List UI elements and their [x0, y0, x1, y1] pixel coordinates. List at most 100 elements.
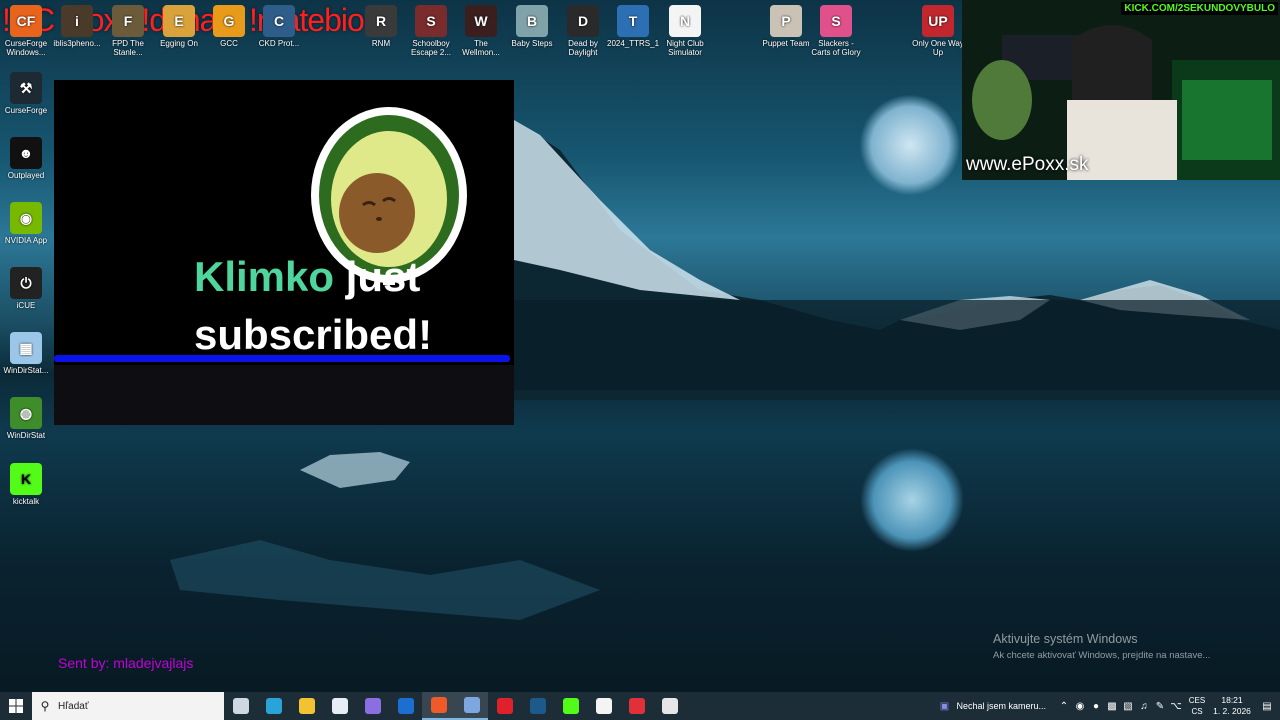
desktop-icon[interactable]: C CKD Prot...: [253, 5, 305, 48]
desktop-icon[interactable]: N Night Club Simulator: [659, 5, 711, 57]
display-icon[interactable]: ▩: [1104, 701, 1120, 712]
desktop-icon[interactable]: S Slackers - Carts of Glory: [810, 5, 862, 57]
app-shortcut-icon: B: [516, 5, 548, 37]
app-shortcut-icon: ◍: [10, 397, 42, 429]
desktop-icon-label: GCC: [220, 39, 238, 48]
taskbar-app-app-blue[interactable]: [455, 692, 488, 720]
desktop-icon[interactable]: i iblis3pheno...: [51, 5, 103, 48]
desktop-icon-label: Puppet Team: [762, 39, 810, 48]
desktop-icon[interactable]: D Dead by Daylight: [557, 5, 609, 57]
desktop-icon[interactable]: B Baby Steps: [506, 5, 558, 48]
system-tray: ▣ Nechal jsem kameru... ⌃ ◉ ● ▩ ▧ ♫ ✎ ⌥ …: [936, 692, 1280, 720]
search-icon: ⚲: [40, 699, 50, 713]
app-shortcut-icon: ⏻: [10, 267, 42, 299]
alert-sent-by: Sent by: mladejvajlajs: [58, 655, 194, 671]
desktop-icon[interactable]: T 2024_TTRS_1: [607, 5, 659, 48]
taskbar-app-youtube-app[interactable]: [620, 692, 653, 720]
clock-time: 18:21: [1221, 695, 1243, 705]
volume-icon[interactable]: ♫: [1136, 701, 1152, 712]
steam-icon: [529, 698, 546, 714]
app-shortcut-icon: CF: [10, 5, 42, 37]
search-placeholder: Hľadať: [58, 700, 89, 712]
app-shortcut-icon: S: [820, 5, 852, 37]
app-shortcut-icon: G: [213, 5, 245, 37]
desktop-icon[interactable]: R RNM: [355, 5, 407, 48]
app-shortcut-icon: ⚒: [10, 72, 42, 104]
desktop-icon[interactable]: Kkicktalk: [0, 463, 52, 506]
taskbar-app-steam[interactable]: [521, 692, 554, 720]
taskbar-app-opera[interactable]: [488, 692, 521, 720]
desktop-icon[interactable]: W The Wellmon...: [455, 5, 507, 57]
desktop-icon-label: Egging On: [160, 39, 198, 48]
pen-icon[interactable]: ✎: [1152, 701, 1168, 712]
taskbar: ⚲ Hľadať ▣ Nechal jsem kameru... ⌃ ◉ ● ▩…: [0, 692, 1280, 720]
network-icon[interactable]: ▧: [1120, 701, 1136, 712]
desktop-icon-label: CKD Prot...: [258, 39, 300, 48]
desktop-icon[interactable]: S Schoolboy Escape 2...: [405, 5, 457, 57]
app-shortcut-icon: K: [10, 463, 42, 495]
desktop-icon[interactable]: G GCC: [203, 5, 255, 48]
keyboard-layout: CS: [1191, 707, 1203, 716]
desktop-icon-label: Baby Steps: [511, 39, 553, 48]
copilot-icon: [364, 698, 381, 714]
webcam-overlay: KICK.COM/2SEKUNDOVYBULO www.ePoxx.sk: [962, 0, 1280, 180]
app-shortcut-icon: S: [415, 5, 447, 37]
desktop-icon-label: RNM: [371, 39, 391, 48]
app-shortcut-icon: W: [465, 5, 497, 37]
desktop-icon-label: iCUE: [16, 301, 36, 310]
taskbar-search-box[interactable]: ⚲ Hľadať: [32, 692, 224, 720]
language-indicator[interactable]: CES CS: [1184, 695, 1210, 717]
activation-title: Aktivujte systém Windows: [993, 632, 1138, 646]
taskbar-app-chrome[interactable]: [653, 692, 686, 720]
desktop-icon[interactable]: ◍ WinDirStat: [0, 397, 52, 440]
desktop-icon[interactable]: ▦ WinDirStat...: [0, 332, 52, 375]
taskbar-app-task-view[interactable]: [224, 692, 257, 720]
app-shortcut-icon: P: [770, 5, 802, 37]
camera-icon[interactable]: ◉: [1072, 701, 1088, 712]
taskbar-app-obs[interactable]: [587, 692, 620, 720]
bluetooth-icon[interactable]: ⌥: [1168, 701, 1184, 712]
desktop-icon-label: 2024_TTRS_1: [607, 39, 660, 48]
desktop-icon-label: The Wellmon...: [462, 39, 500, 57]
start-button[interactable]: [0, 692, 32, 720]
desktop-icon[interactable]: P Puppet Team: [760, 5, 812, 48]
app-shortcut-icon: UP: [922, 5, 954, 37]
app-shortcut-icon: N: [669, 5, 701, 37]
desktop-icon[interactable]: ⏻ iCUE: [0, 267, 52, 310]
alert-progress-bar: [54, 355, 510, 362]
windows-activation-watermark: Aktivujte systém Windows Ak chcete aktiv…: [993, 632, 1210, 661]
taskbar-clock[interactable]: 18:21 1. 2. 2026: [1210, 695, 1254, 717]
app-blue-icon: [463, 697, 480, 713]
notifications-icon[interactable]: ▤: [1254, 701, 1280, 712]
app-shortcut-icon: C: [263, 5, 295, 37]
desktop-icon-label: WinDirStat...: [3, 366, 49, 375]
desktop-icon[interactable]: F FPD The Stanle...: [102, 5, 154, 57]
taskbar-app-copilot[interactable]: [356, 692, 389, 720]
taskbar-app-edge[interactable]: [257, 692, 290, 720]
website-label: www.ePoxx.sk: [966, 154, 1089, 175]
desktop-icon[interactable]: CF CurseForge Windows...: [0, 5, 52, 57]
app-shortcut-icon: T: [617, 5, 649, 37]
desktop-icon[interactable]: E Egging On: [153, 5, 205, 48]
taskbar-app-kick[interactable]: [554, 692, 587, 720]
clock-date: 1. 2. 2026: [1213, 706, 1251, 716]
tray-notification-text[interactable]: Nechal jsem kameru...: [956, 701, 1046, 711]
desktop-icon[interactable]: ◉ NVIDIA App: [0, 202, 52, 245]
taskbar-app-file-explorer[interactable]: [290, 692, 323, 720]
desktop-icon[interactable]: UP Only One Way Up: [912, 5, 964, 57]
taskbar-app-store[interactable]: [323, 692, 356, 720]
microphone-icon[interactable]: ●: [1088, 701, 1104, 712]
taskbar-app-brave[interactable]: [422, 692, 455, 720]
windows-logo-icon: [9, 699, 23, 713]
desktop-icon-label: Only One Way Up: [912, 39, 964, 57]
teams-icon[interactable]: ▣: [936, 701, 952, 712]
desktop-icon[interactable]: ☻ Outplayed: [0, 137, 52, 180]
desktop-icon[interactable]: ⚒ CurseForge: [0, 72, 52, 115]
desktop-icon-label: Night Club Simulator: [666, 39, 704, 57]
desktop-icon-label: Outplayed: [7, 171, 45, 180]
subscriber-name: Klimko: [194, 253, 335, 300]
kick-handle-badge: KICK.COM/2SEKUNDOVYBULO: [1121, 2, 1278, 15]
chevron-up-icon[interactable]: ⌃: [1056, 701, 1072, 712]
desktop-icon-label: NVIDIA App: [4, 236, 48, 245]
taskbar-app-outlook[interactable]: [389, 692, 422, 720]
